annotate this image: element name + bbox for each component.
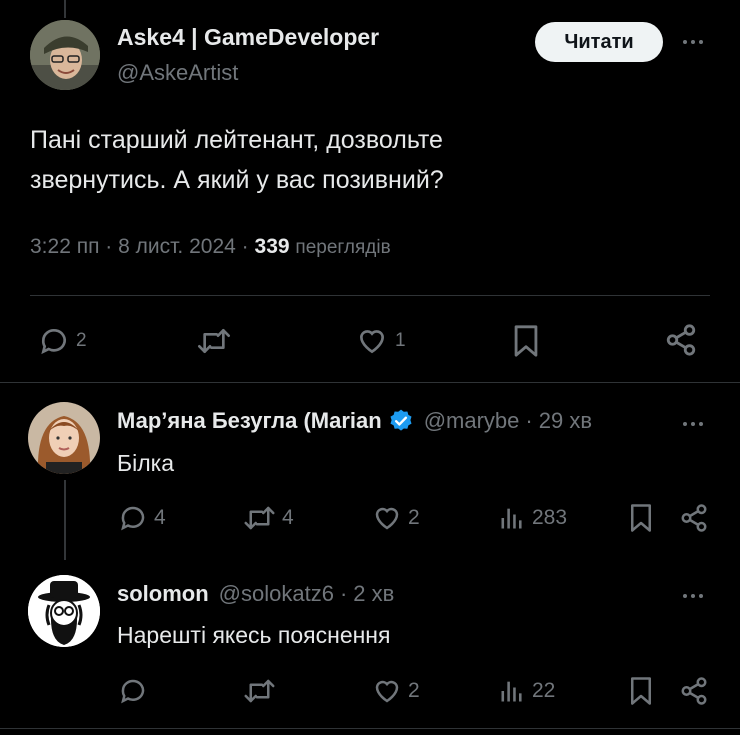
more-icon[interactable]	[683, 40, 703, 44]
reply1-views-button[interactable]: 283	[498, 503, 567, 533]
bookmark-icon	[628, 503, 654, 533]
share-icon	[679, 676, 709, 706]
reply-icon	[38, 325, 70, 357]
reply1-like-button[interactable]: 2	[372, 503, 420, 533]
main-tweet-text-line1: Пані старший лейтенант, дозвольте	[30, 126, 443, 154]
retweet-icon	[243, 503, 276, 533]
main-divider	[30, 295, 710, 296]
reply2-views-button[interactable]: 22	[498, 676, 555, 706]
reply2-views-count: 22	[532, 679, 556, 702]
reply-count: 2	[76, 330, 87, 351]
reply1-retweet-count: 4	[282, 506, 294, 529]
views-count: 339	[254, 235, 290, 258]
reply1-reply-button[interactable]: 4	[118, 503, 166, 533]
retweet-icon	[243, 676, 276, 706]
reply1-text: Білка	[117, 450, 174, 476]
thread-line-top	[64, 0, 66, 18]
reply2-author-handle[interactable]: @solokatz6	[219, 581, 334, 607]
reply1-author-handle[interactable]: @marybe	[424, 408, 520, 434]
share-icon	[664, 323, 698, 357]
reply1-views-count: 283	[532, 506, 568, 529]
bookmark-button[interactable]	[511, 324, 541, 358]
meta-separator: ·	[241, 235, 249, 258]
reply1-author-name[interactable]: Мар’яна Безугла (Marian	[117, 408, 382, 434]
reply2-time[interactable]: 2 хв	[353, 581, 394, 607]
more-icon[interactable]	[683, 594, 703, 598]
reply1-reply-count: 4	[154, 506, 166, 529]
share-button[interactable]	[664, 323, 698, 357]
reply-icon	[118, 503, 148, 533]
main-author-avatar[interactable]	[30, 20, 100, 90]
share-icon	[679, 503, 709, 533]
like-icon	[372, 676, 402, 706]
reply2-text: Нарешті якесь пояснення	[117, 622, 391, 648]
thread-line-reply	[64, 480, 66, 560]
reply2-bookmark-button[interactable]	[628, 676, 654, 706]
main-author-name[interactable]: Aske4 | GameDeveloper	[117, 24, 379, 51]
follow-button[interactable]: Читати	[535, 22, 663, 62]
verified-badge-icon[interactable]	[388, 408, 414, 434]
main-tweet-meta: 3:22 пп · 8 лист. 2024 · 339 переглядів	[30, 235, 391, 259]
like-icon	[355, 325, 389, 357]
reply2-header: solomon @solokatz6 · 2 хв	[117, 581, 394, 607]
views-icon	[498, 676, 526, 706]
meta-separator: ·	[525, 408, 533, 433]
reply2-author-name[interactable]: solomon	[117, 581, 209, 607]
like-count: 1	[395, 330, 406, 351]
views-icon	[498, 503, 526, 533]
reply1-author-avatar[interactable]	[28, 402, 100, 474]
reply2-like-count: 2	[408, 679, 420, 702]
reply1-bookmark-button[interactable]	[628, 503, 654, 533]
reply-button[interactable]: 2	[38, 325, 87, 357]
reply1-header: Мар’яна Безугла (Marian @marybe · 29 хв	[117, 408, 697, 434]
reply2-share-button[interactable]	[679, 676, 709, 706]
bookmark-icon	[511, 324, 541, 358]
reply2-retweet-button[interactable]	[243, 676, 276, 706]
retweet-icon	[196, 325, 232, 357]
reply1-like-count: 2	[408, 506, 420, 529]
reply1-time[interactable]: 29 хв	[539, 408, 592, 434]
section-divider	[0, 382, 740, 383]
tweet-date[interactable]: 8 лист. 2024	[118, 235, 236, 258]
tweet-time[interactable]: 3:22 пп	[30, 235, 99, 258]
reply1-retweet-button[interactable]: 4	[243, 503, 294, 533]
like-button[interactable]: 1	[355, 325, 406, 357]
views-label: переглядів	[295, 237, 391, 258]
retweet-button[interactable]	[196, 325, 232, 357]
bookmark-icon	[628, 676, 654, 706]
main-tweet-text: Пані старший лейтенант, дозвольте зверну…	[30, 120, 444, 200]
reply-icon	[118, 676, 148, 706]
main-author-handle[interactable]: @AskeArtist	[117, 60, 238, 86]
more-icon[interactable]	[683, 422, 703, 426]
like-icon	[372, 503, 402, 533]
reply2-author-avatar[interactable]	[28, 575, 100, 647]
reply2-reply-button[interactable]	[118, 676, 148, 706]
reply1-share-button[interactable]	[679, 503, 709, 533]
follow-button-label: Читати	[564, 30, 634, 53]
meta-separator: ·	[339, 581, 348, 606]
main-tweet-text-line2: звернутись. А який у вас позивний?	[30, 166, 444, 194]
bottom-divider	[0, 728, 740, 729]
reply2-like-button[interactable]: 2	[372, 676, 420, 706]
meta-separator: ·	[105, 235, 113, 258]
